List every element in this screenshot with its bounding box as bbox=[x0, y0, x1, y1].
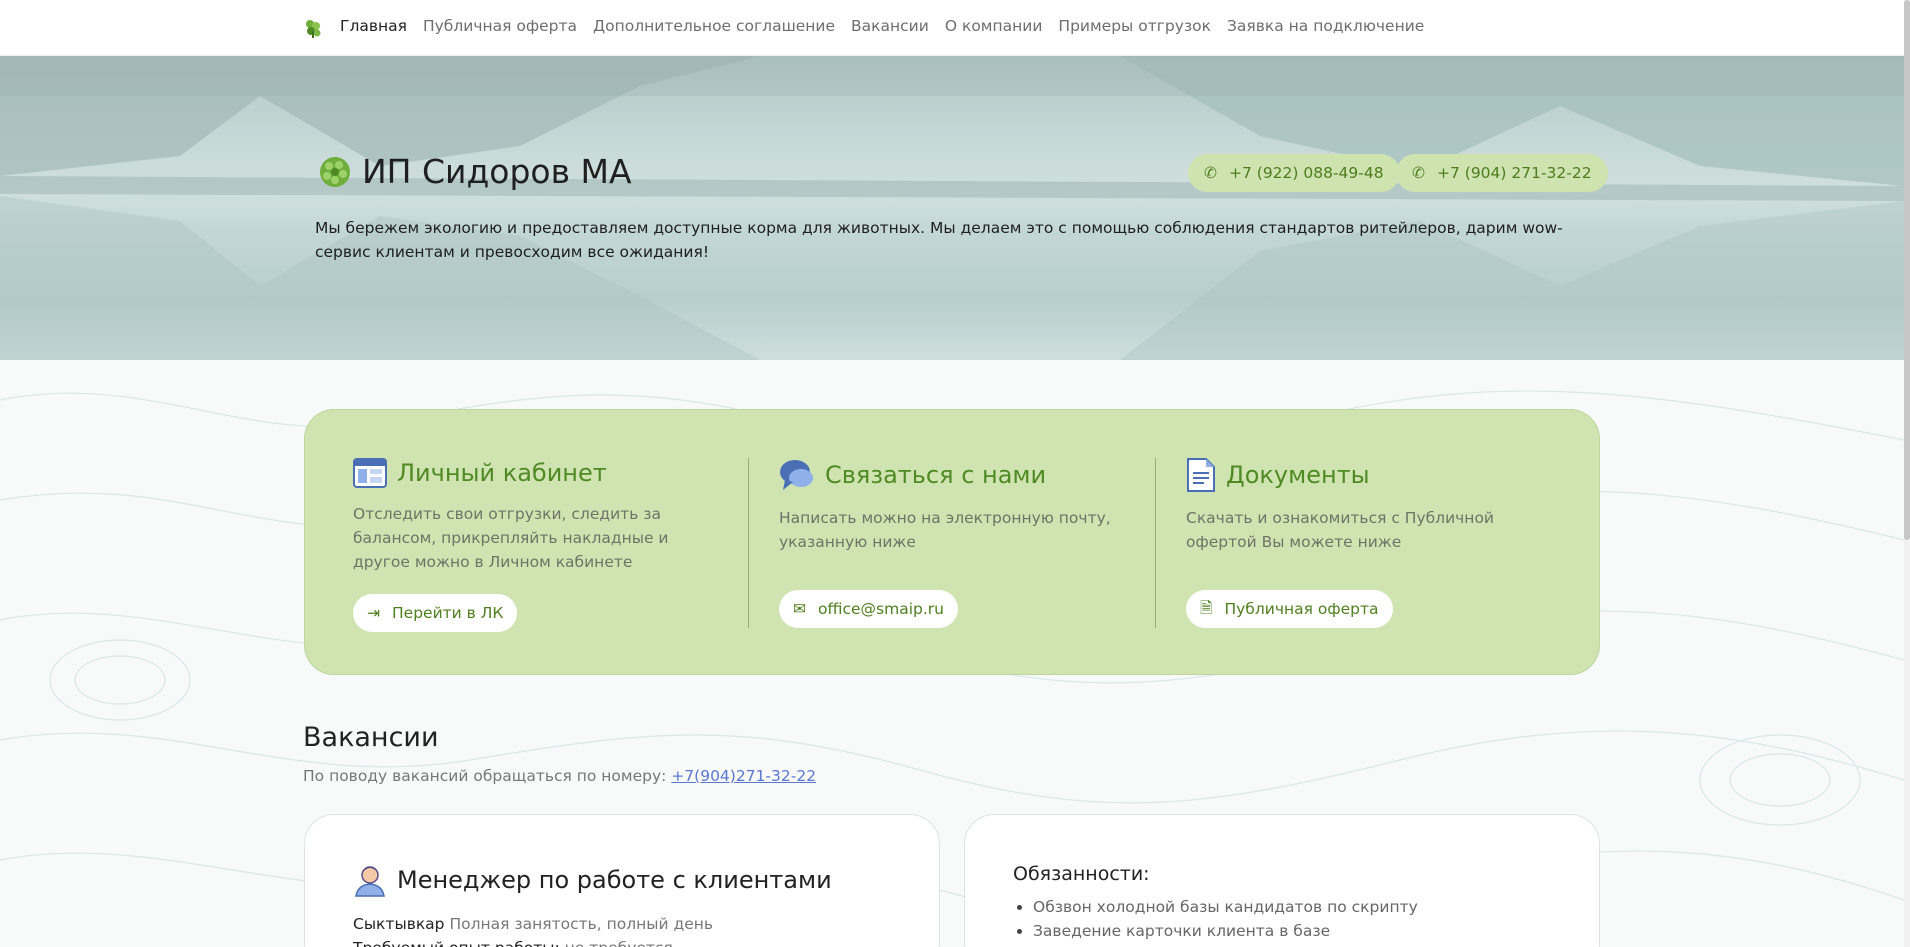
vacancies-subtitle: По поводу вакансий обращаться по номеру:… bbox=[303, 767, 816, 785]
phone-icon: ✆ bbox=[1412, 164, 1425, 182]
hero-title-row: ИП Сидоров МА bbox=[318, 152, 632, 191]
dashboard-icon bbox=[353, 458, 387, 488]
job-employment: Полная занятость, полный день bbox=[444, 915, 714, 933]
docs-text: Скачать и ознакомиться с Публичной оферт… bbox=[1186, 509, 1495, 551]
nav-link-shipments[interactable]: Примеры отгрузок bbox=[1058, 17, 1211, 35]
nav-link-apply[interactable]: Заявка на подключение bbox=[1227, 17, 1424, 35]
cabinet-text: Отследить свои отгрузки, следить за бала… bbox=[353, 505, 669, 571]
duties-title: Обязанности: bbox=[1013, 863, 1150, 885]
email-label: office@smaip.ru bbox=[818, 600, 944, 618]
scrollbar-thumb[interactable] bbox=[1904, 0, 1910, 540]
file-icon: 🗎 bbox=[1200, 598, 1213, 617]
go-to-cabinet-button[interactable]: ⇥ Перейти в ЛК bbox=[353, 594, 518, 632]
hero-title: ИП Сидоров МА bbox=[362, 152, 632, 191]
leaf-logo-icon[interactable] bbox=[302, 17, 324, 39]
hero-description: Мы бережем экологию и предоставляем дост… bbox=[315, 219, 1563, 261]
phone-number-2: +7 (904) 271-32-22 bbox=[1437, 164, 1592, 182]
go-to-cabinet-label: Перейти в ЛК bbox=[392, 604, 504, 622]
vacancies-title: Вакансии bbox=[303, 722, 439, 753]
docs-column: Документы Скачать и ознакомиться с Публи… bbox=[1186, 458, 1566, 554]
job-experience-label: Требуемый опыт работы: bbox=[353, 939, 560, 947]
duties-list: Обзвон холодной базы кандидатов по скрип… bbox=[1013, 895, 1418, 943]
phone-number-1: +7 (922) 088-49-48 bbox=[1229, 164, 1384, 182]
contact-text: Написать можно на электронную почту, ука… bbox=[779, 509, 1111, 551]
duty-item: Заведение карточки клиента в базе bbox=[1013, 919, 1418, 943]
job-location-line: Сыктывкар Полная занятость, полный день bbox=[353, 915, 713, 933]
phone-icon: ✆ bbox=[1204, 164, 1217, 182]
nav-link-public-offer[interactable]: Публичная оферта bbox=[423, 17, 577, 35]
cabinet-title: Личный кабинет bbox=[397, 459, 607, 487]
job-experience-line: Требуемый опыт работы: не требуется bbox=[353, 939, 673, 947]
info-card: Личный кабинет Отследить свои отгрузки, … bbox=[304, 409, 1600, 675]
nav-link-agreement[interactable]: Дополнительное соглашение bbox=[593, 17, 835, 35]
column-divider bbox=[1155, 458, 1156, 628]
job-title-row: Менеджер по работе с клиентами bbox=[353, 863, 832, 897]
column-divider bbox=[748, 458, 749, 628]
hero-overlay bbox=[0, 56, 1904, 360]
nav-link-about[interactable]: О компании bbox=[945, 17, 1043, 35]
public-offer-label: Публичная оферта bbox=[1224, 600, 1379, 618]
cabinet-column: Личный кабинет Отследить свои отгрузки, … bbox=[353, 458, 713, 574]
contact-column: Связаться с нами Написать можно на элект… bbox=[779, 458, 1119, 554]
public-offer-button[interactable]: 🗎 Публичная оферта bbox=[1186, 590, 1393, 628]
chat-bubbles-icon bbox=[780, 460, 813, 490]
job-card: Менеджер по работе с клиентами Сыктывкар… bbox=[304, 814, 940, 947]
nav-links: Главная Публичная оферта Дополнительное … bbox=[340, 17, 1424, 35]
job-experience-value: не требуется bbox=[560, 939, 673, 947]
login-icon: ⇥ bbox=[367, 604, 380, 622]
seedpod-icon bbox=[320, 156, 350, 187]
envelope-icon: ✉ bbox=[793, 600, 806, 618]
contact-title: Связаться с нами bbox=[825, 461, 1047, 489]
docs-title: Документы bbox=[1226, 461, 1370, 489]
duties-card: Обязанности: Обзвон холодной базы кандид… bbox=[964, 814, 1600, 947]
email-button[interactable]: ✉ office@smaip.ru bbox=[779, 590, 958, 628]
nav-link-home[interactable]: Главная bbox=[340, 17, 407, 35]
phone-button-2[interactable]: ✆ +7 (904) 271-32-22 bbox=[1396, 154, 1608, 192]
job-title: Менеджер по работе с клиентами bbox=[397, 866, 832, 894]
job-city: Сыктывкар bbox=[353, 915, 445, 933]
vacancies-subtitle-text: По поводу вакансий обращаться по номеру: bbox=[303, 767, 672, 785]
document-icon bbox=[1187, 458, 1215, 492]
nav-link-vacancies[interactable]: Вакансии bbox=[851, 17, 929, 35]
worker-icon bbox=[355, 866, 385, 897]
vacancies-phone-link[interactable]: +7(904)271-32-22 bbox=[671, 767, 816, 785]
phone-button-1[interactable]: ✆ +7 (922) 088-49-48 bbox=[1188, 154, 1400, 192]
top-navbar: Главная Публичная оферта Дополнительное … bbox=[0, 0, 1904, 56]
hero-banner: ИП Сидоров МА ✆ +7 (922) 088-49-48 ✆ +7 … bbox=[0, 56, 1904, 360]
duty-item: Обзвон холодной базы кандидатов по скрип… bbox=[1013, 895, 1418, 919]
page-scrollbar[interactable] bbox=[1904, 0, 1910, 947]
